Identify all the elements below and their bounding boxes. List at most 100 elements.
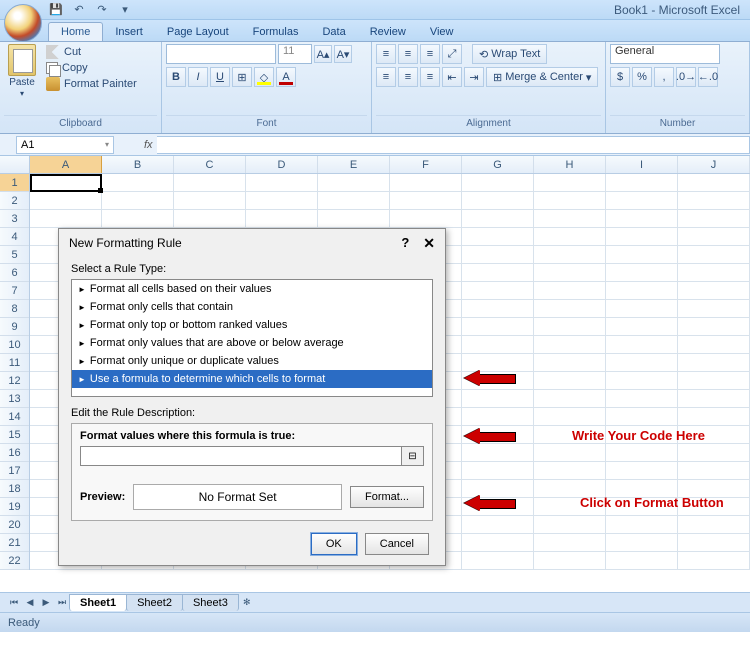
cell[interactable] bbox=[606, 444, 678, 462]
cell[interactable] bbox=[462, 552, 534, 570]
cell[interactable] bbox=[606, 336, 678, 354]
cell[interactable] bbox=[678, 228, 750, 246]
row-header[interactable]: 18 bbox=[0, 480, 29, 498]
wrap-text-button[interactable]: ⟲ Wrap Text bbox=[472, 44, 547, 64]
cell[interactable] bbox=[534, 210, 606, 228]
cell[interactable] bbox=[30, 210, 102, 228]
sheet-tab-2[interactable]: Sheet2 bbox=[126, 594, 183, 611]
cell[interactable] bbox=[534, 264, 606, 282]
cell[interactable] bbox=[462, 462, 534, 480]
tab-formulas[interactable]: Formulas bbox=[241, 23, 311, 41]
cell[interactable] bbox=[102, 192, 174, 210]
orientation-button[interactable]: ⤢ bbox=[442, 44, 462, 64]
rule-type-item[interactable]: ►Format all cells based on their values bbox=[72, 280, 432, 298]
tab-page-layout[interactable]: Page Layout bbox=[155, 23, 241, 41]
format-painter-button[interactable]: Format Painter bbox=[44, 76, 139, 92]
cell[interactable] bbox=[678, 516, 750, 534]
cell[interactable] bbox=[102, 174, 174, 192]
column-header[interactable]: G bbox=[462, 156, 534, 173]
cell[interactable] bbox=[534, 462, 606, 480]
cell[interactable] bbox=[678, 462, 750, 480]
row-header[interactable]: 2 bbox=[0, 192, 29, 210]
dialog-help-button[interactable]: ? bbox=[401, 235, 409, 252]
row-header[interactable]: 17 bbox=[0, 462, 29, 480]
row-header[interactable]: 10 bbox=[0, 336, 29, 354]
cell[interactable] bbox=[534, 174, 606, 192]
cell[interactable] bbox=[678, 246, 750, 264]
row-header[interactable]: 19 bbox=[0, 498, 29, 516]
cell[interactable] bbox=[462, 192, 534, 210]
cell[interactable] bbox=[318, 210, 390, 228]
row-header[interactable]: 12 bbox=[0, 372, 29, 390]
cell[interactable] bbox=[606, 228, 678, 246]
cell[interactable] bbox=[534, 390, 606, 408]
row-header[interactable]: 14 bbox=[0, 408, 29, 426]
cell[interactable] bbox=[606, 534, 678, 552]
row-header[interactable]: 16 bbox=[0, 444, 29, 462]
cell[interactable] bbox=[678, 336, 750, 354]
cell[interactable] bbox=[462, 210, 534, 228]
copy-button[interactable]: Copy bbox=[44, 61, 139, 75]
increase-decimal-button[interactable]: .0→ bbox=[676, 67, 696, 87]
cancel-button[interactable]: Cancel bbox=[365, 533, 429, 555]
cell[interactable] bbox=[678, 354, 750, 372]
cell[interactable] bbox=[534, 228, 606, 246]
tab-home[interactable]: Home bbox=[48, 22, 103, 41]
bold-button[interactable]: B bbox=[166, 67, 186, 87]
sheet-tab-1[interactable]: Sheet1 bbox=[69, 594, 127, 611]
font-size-select[interactable]: 11 bbox=[278, 44, 312, 64]
increase-indent-button[interactable]: ⇥ bbox=[464, 67, 484, 87]
cell[interactable] bbox=[462, 534, 534, 552]
align-bottom-button[interactable]: ≡ bbox=[420, 44, 440, 64]
cell[interactable] bbox=[246, 174, 318, 192]
align-left-button[interactable]: ≡ bbox=[376, 67, 396, 87]
column-header[interactable]: A bbox=[30, 156, 102, 173]
cell[interactable] bbox=[390, 192, 462, 210]
rule-type-item[interactable]: ►Format only unique or duplicate values bbox=[72, 352, 432, 370]
italic-button[interactable]: I bbox=[188, 67, 208, 87]
sheet-nav-prev[interactable]: ◀ bbox=[22, 595, 38, 611]
column-header[interactable]: H bbox=[534, 156, 606, 173]
column-header[interactable]: C bbox=[174, 156, 246, 173]
cell[interactable] bbox=[462, 336, 534, 354]
ok-button[interactable]: OK bbox=[311, 533, 357, 555]
sheet-nav-first[interactable]: ⏮ bbox=[6, 595, 22, 611]
fill-color-button[interactable]: ◇ bbox=[254, 67, 274, 87]
rule-type-item[interactable]: ►Format only values that are above or be… bbox=[72, 334, 432, 352]
align-top-button[interactable]: ≡ bbox=[376, 44, 396, 64]
cell[interactable] bbox=[678, 390, 750, 408]
cell[interactable] bbox=[606, 354, 678, 372]
cell[interactable] bbox=[534, 246, 606, 264]
cell[interactable] bbox=[678, 282, 750, 300]
cell[interactable] bbox=[606, 390, 678, 408]
cell[interactable] bbox=[678, 444, 750, 462]
row-header[interactable]: 1 bbox=[0, 174, 29, 192]
cell[interactable] bbox=[606, 264, 678, 282]
sheet-nav-next[interactable]: ▶ bbox=[38, 595, 54, 611]
office-button[interactable] bbox=[4, 4, 42, 42]
cell[interactable] bbox=[30, 174, 102, 192]
cell[interactable] bbox=[462, 300, 534, 318]
cut-button[interactable]: Cut bbox=[44, 44, 139, 60]
rule-type-item[interactable]: ►Format only cells that contain bbox=[72, 298, 432, 316]
rule-type-item[interactable]: ►Format only top or bottom ranked values bbox=[72, 316, 432, 334]
dialog-close-button[interactable]: ✕ bbox=[423, 235, 435, 252]
cell[interactable] bbox=[318, 192, 390, 210]
tab-data[interactable]: Data bbox=[310, 23, 357, 41]
cell[interactable] bbox=[534, 552, 606, 570]
cell[interactable] bbox=[678, 534, 750, 552]
cell[interactable] bbox=[606, 192, 678, 210]
cell[interactable] bbox=[534, 516, 606, 534]
cell[interactable] bbox=[534, 336, 606, 354]
row-header[interactable]: 22 bbox=[0, 552, 29, 570]
cell[interactable] bbox=[462, 318, 534, 336]
row-header[interactable]: 3 bbox=[0, 210, 29, 228]
save-icon[interactable]: 💾 bbox=[46, 1, 66, 19]
comma-button[interactable]: , bbox=[654, 67, 674, 87]
cell[interactable] bbox=[534, 300, 606, 318]
cell[interactable] bbox=[606, 462, 678, 480]
cell[interactable] bbox=[534, 354, 606, 372]
rule-type-list[interactable]: ►Format all cells based on their values►… bbox=[71, 279, 433, 397]
cell[interactable] bbox=[678, 300, 750, 318]
row-header[interactable]: 11 bbox=[0, 354, 29, 372]
